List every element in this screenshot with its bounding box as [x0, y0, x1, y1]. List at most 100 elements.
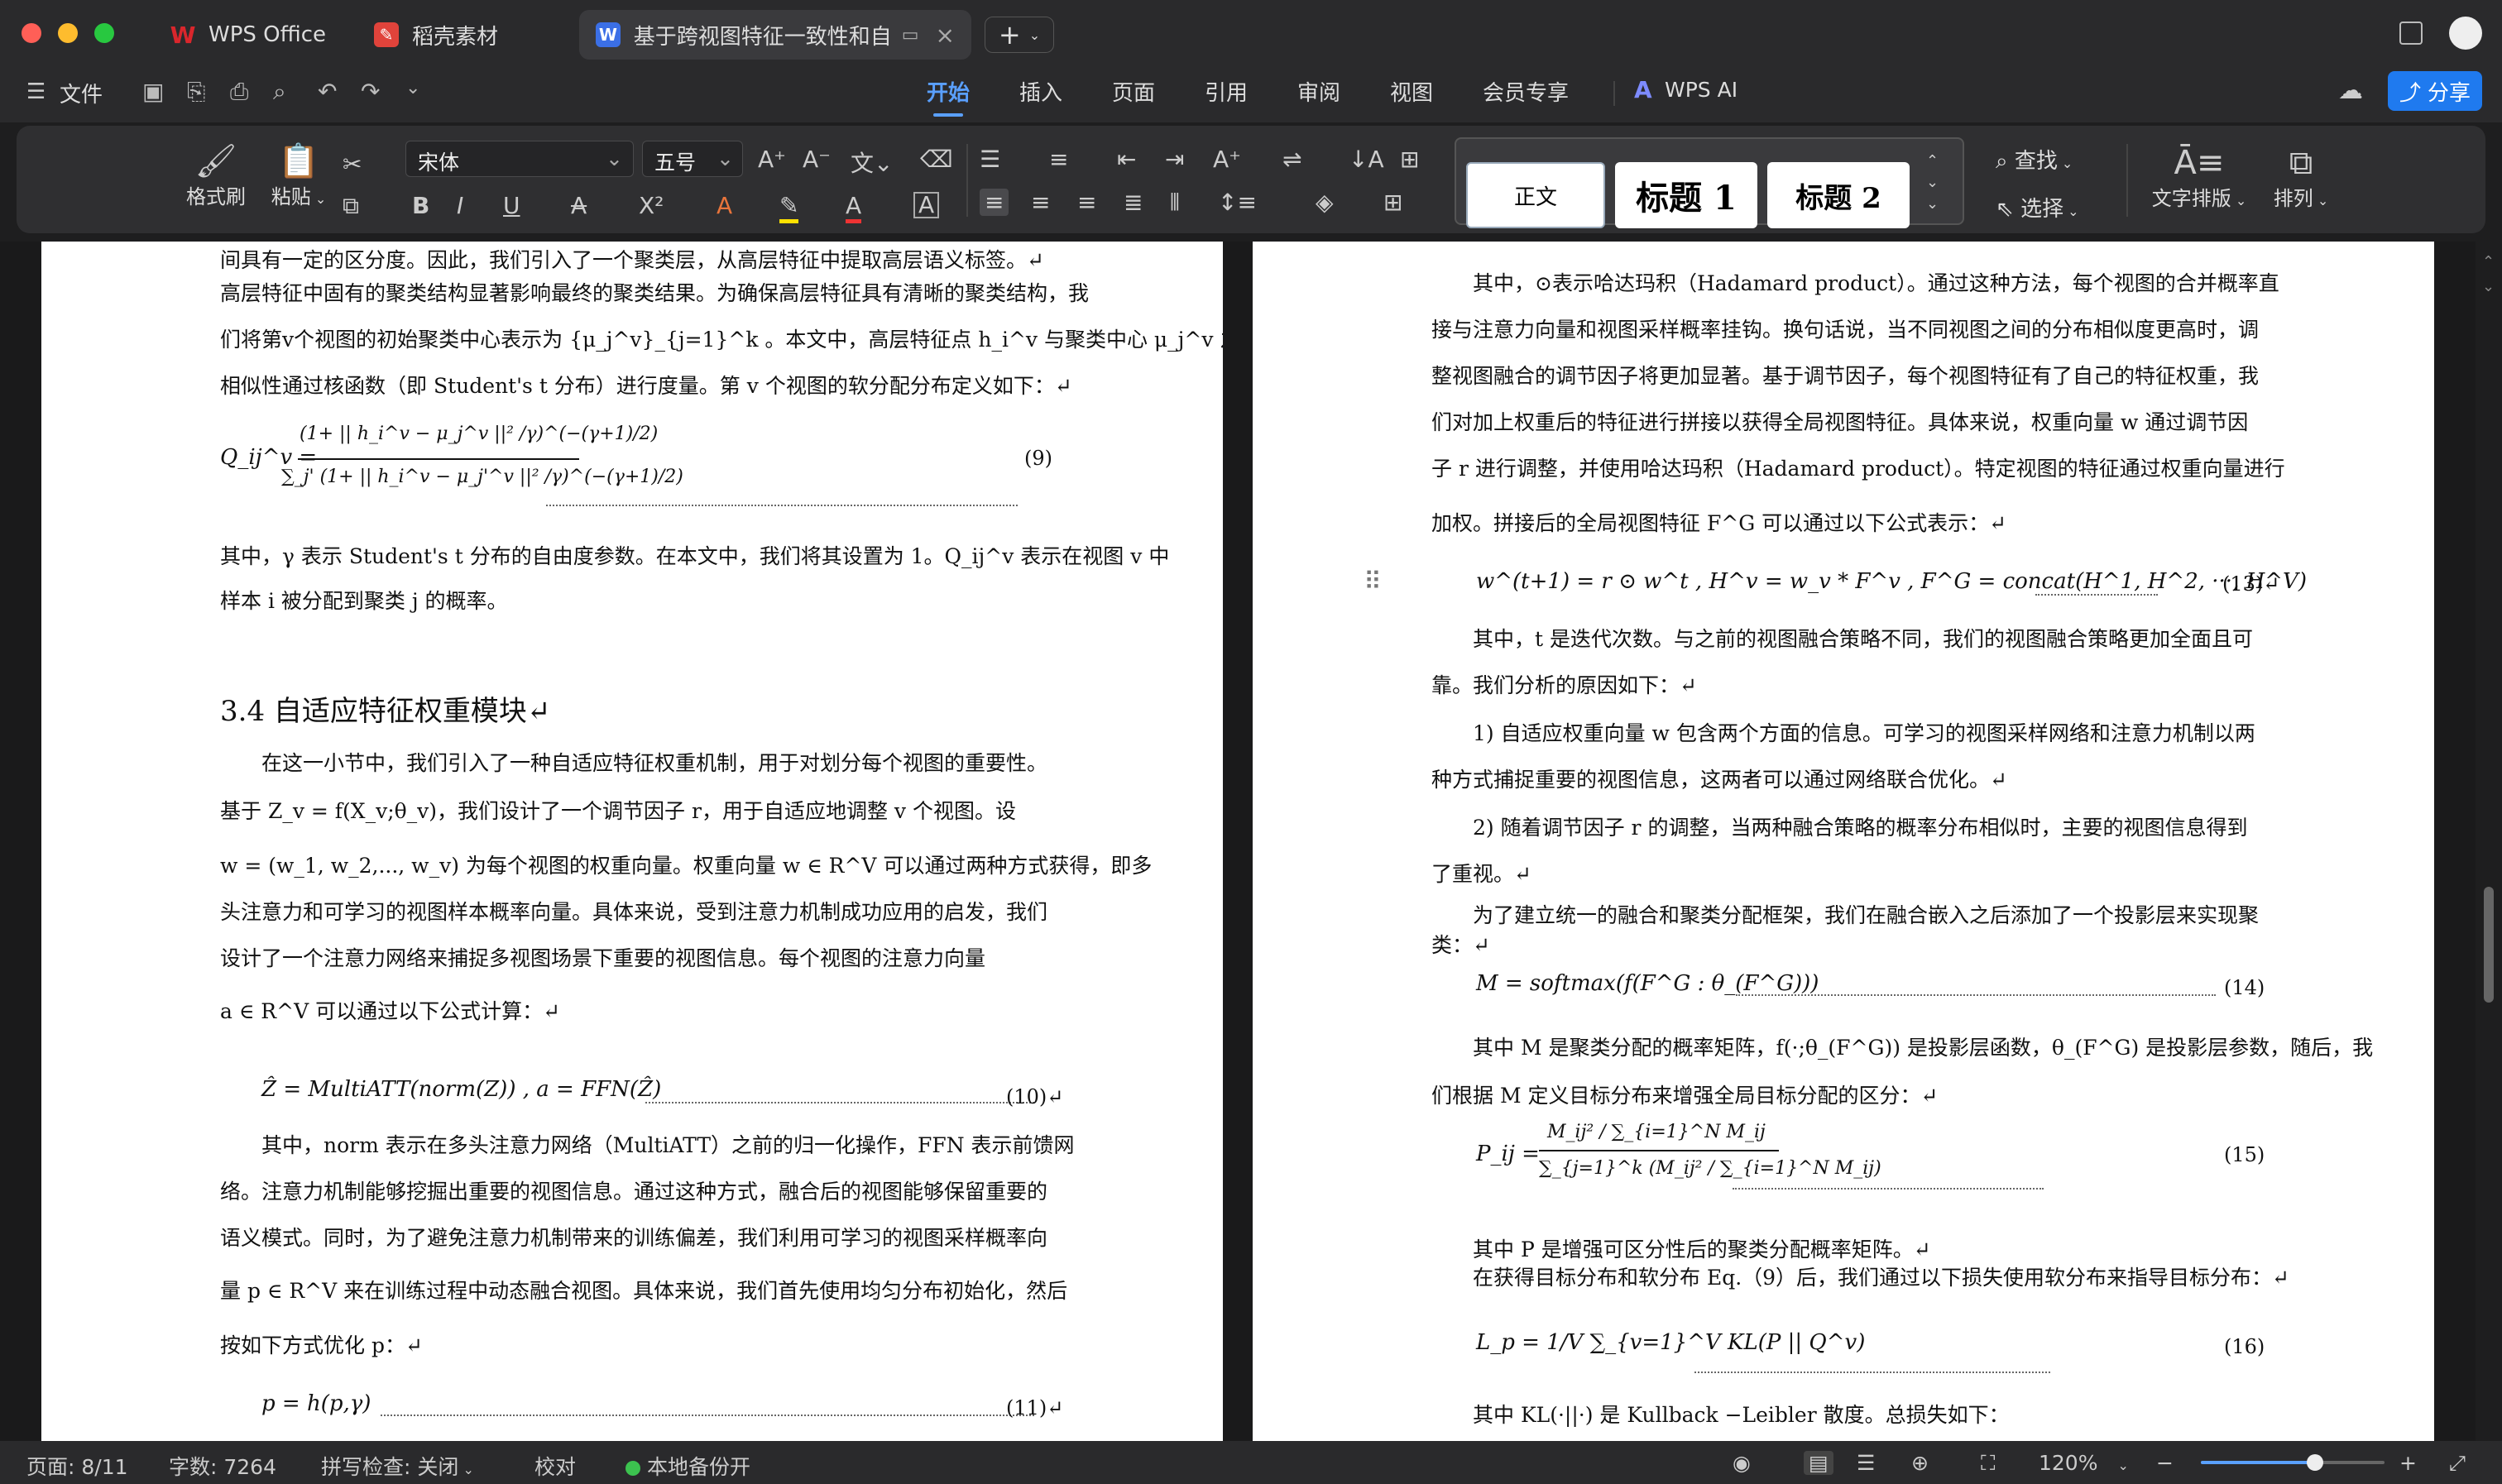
new-tab-button[interactable]: + ⌄ [985, 17, 1054, 53]
zoom-slider-knob[interactable] [2306, 1454, 2323, 1471]
eye-protect-icon[interactable]: ◉ [1733, 1451, 1751, 1475]
arrange-button[interactable]: ⧉ 排列 ⌄ [2264, 144, 2338, 211]
ribbon-toolbar: 🖌 格式刷 📋 粘贴 ⌄ ✂ ⧉ 宋体 ⌄ 五号 ⌄ A⁺ A⁻ 文⌄ ⌫ B I … [17, 126, 2485, 233]
font-color-icon[interactable]: A [846, 192, 862, 223]
clear-format-icon[interactable]: ⌫ [920, 146, 953, 173]
drag-handle-icon[interactable]: ⠿ [1364, 567, 1382, 596]
undo-icon[interactable]: ↶ [318, 78, 337, 105]
bullet-list-icon[interactable]: ☰ [980, 146, 1000, 173]
tab-page[interactable]: 页面 [1112, 76, 1155, 107]
more-chevron-icon[interactable]: ⌄ [405, 78, 420, 98]
page-view-icon[interactable]: ▤ [1804, 1451, 1833, 1475]
shading-icon[interactable]: ◈ [1316, 189, 1334, 216]
menu-hamburger-icon[interactable]: ☰ [26, 79, 46, 104]
copy-icon[interactable]: ⧉ [343, 192, 359, 220]
tab-docer[interactable]: ✎ 稻壳素材 [357, 10, 556, 60]
print-preview-icon[interactable]: ⌕ [273, 78, 286, 106]
word-count[interactable]: 字数: 7264 [169, 1451, 276, 1481]
proofread-button[interactable]: 校对 [534, 1451, 576, 1481]
close-tab-icon[interactable]: × [936, 22, 955, 49]
document-page-right[interactable]: 其中，⊙表示哈达玛积（Hadamard product）。通过这种方法，每个视图… [1253, 242, 2434, 1441]
phonetic-icon[interactable]: 文⌄ [851, 146, 893, 179]
highlight-icon[interactable]: ✎ [779, 192, 799, 223]
tab-review[interactable]: 审阅 [1297, 76, 1340, 107]
outline-view-icon[interactable]: ☰ [1857, 1451, 1875, 1475]
scroll-down-icon[interactable]: ⌄ [2482, 278, 2495, 295]
font-name-select[interactable]: 宋体 ⌄ [405, 141, 634, 177]
increase-indent-icon[interactable]: ⇥ [1165, 146, 1184, 173]
bold-icon[interactable]: B [412, 192, 429, 219]
text-line: 其中，norm 表示在多头注意力网络（MultiATT）之前的归一化操作，FFN… [261, 1133, 1075, 1157]
borders-icon[interactable]: ⊞ [1383, 189, 1402, 216]
text-effect-icon[interactable]: A [717, 192, 732, 219]
close-window-button[interactable] [22, 23, 41, 43]
superscript-icon[interactable]: X² [639, 192, 664, 219]
export-icon[interactable]: ⎘ [187, 78, 205, 106]
text-line: 加权。拼接后的全局视图特征 F^G 可以通过以下公式表示：↵ [1431, 511, 2007, 535]
expand-icon[interactable]: ⤢ [2449, 1451, 2466, 1476]
maximize-window-button[interactable] [94, 23, 114, 43]
zoom-level[interactable]: 120% ⌄ [2039, 1451, 2129, 1475]
format-painter-button[interactable]: 🖌 格式刷 [179, 142, 253, 209]
decrease-indent-icon[interactable]: ⇤ [1117, 146, 1136, 173]
backup-status[interactable]: 本地备份开 [626, 1451, 750, 1481]
strikethrough-icon[interactable]: A [571, 192, 587, 219]
sort-icon[interactable]: ↓A [1349, 146, 1384, 173]
text-direction-icon[interactable]: A⁺ [1213, 146, 1241, 173]
cloud-upload-icon[interactable]: ☁ [2338, 76, 2363, 105]
vertical-scrollbar[interactable]: ⌃ ⌄ [2476, 242, 2502, 1441]
wps-ai-button[interactable]: WPS AI [1665, 78, 1738, 102]
styles-scroll-icon[interactable]: ⌃ ⌄ ⌄ [1926, 151, 1939, 215]
shrink-font-icon[interactable]: A⁻ [803, 146, 831, 173]
italic-icon[interactable]: I [457, 192, 463, 219]
select-button[interactable]: ⇖ 选择 ⌄ [1996, 192, 2079, 223]
distribute-icon[interactable]: ⫴ [1170, 189, 1180, 217]
char-border-icon[interactable]: A [913, 192, 940, 218]
zoom-out-icon[interactable]: − [2156, 1451, 2174, 1475]
equation-10-number: (10)↵ [1006, 1085, 1064, 1108]
justify-icon[interactable]: ≣ [1124, 189, 1143, 216]
document-page-left[interactable]: 间具有一定的区分度。因此，我们引入了一个聚类层，从高层特征中提取高层语义标签。↵… [41, 242, 1223, 1441]
page-indicator[interactable]: 页面: 8/11 [26, 1451, 128, 1481]
scroll-up-icon[interactable]: ⌃ [2482, 253, 2495, 270]
fit-page-icon[interactable]: ⛶ [1981, 1451, 1996, 1476]
window-restore-icon[interactable] [2399, 22, 2423, 45]
tab-document[interactable]: W 基于跨视图特征一致性和自 ▭ × [579, 10, 971, 60]
share-button[interactable]: ⤴ 分享 [2388, 71, 2482, 111]
line-break-icon[interactable]: ⇌ [1282, 146, 1301, 173]
style-heading-1[interactable]: 标题 1 [1615, 162, 1757, 228]
scroll-thumb[interactable] [2484, 887, 2494, 1003]
file-menu[interactable]: 文件 [60, 78, 103, 108]
avatar[interactable] [2449, 17, 2482, 50]
minimize-window-button[interactable] [58, 23, 78, 43]
paste-button[interactable]: 📋 粘贴 ⌄ [261, 142, 336, 209]
web-view-icon[interactable]: ⊕ [1911, 1451, 1929, 1475]
print-icon[interactable]: ⎙ [230, 78, 248, 106]
tab-view[interactable]: 视图 [1390, 76, 1433, 107]
font-size-select[interactable]: 五号 ⌄ [642, 141, 743, 177]
find-button[interactable]: ⌕ 查找 ⌄ [1996, 144, 2073, 175]
redo-icon[interactable]: ↷ [361, 78, 380, 105]
zoom-slider[interactable] [2201, 1454, 2385, 1471]
show-marks-icon[interactable]: ⊞ [1400, 146, 1419, 173]
align-left-icon[interactable]: ≡ [980, 189, 1009, 216]
tab-insert[interactable]: 插入 [1019, 76, 1062, 107]
zoom-in-icon[interactable]: + [2399, 1451, 2417, 1475]
text-layout-button[interactable]: Ā≡ 文字排版 ⌄ [2143, 144, 2255, 211]
save-icon[interactable]: ▣ [142, 78, 164, 105]
tab-member[interactable]: 会员专享 [1483, 76, 1569, 107]
tab-reference[interactable]: 引用 [1205, 76, 1248, 107]
style-normal[interactable]: 正文 [1466, 162, 1605, 228]
tab-start[interactable]: 开始 [927, 76, 970, 117]
line-spacing-icon[interactable]: ↕≡ [1218, 189, 1257, 216]
equation-15-numerator: M_ij² / ∑_{i=1}^N M_ij [1547, 1122, 1766, 1142]
tab-wps-office[interactable]: W WPS Office [154, 10, 352, 60]
grow-font-icon[interactable]: A⁺ [758, 146, 786, 173]
align-right-icon[interactable]: ≡ [1077, 189, 1096, 216]
cut-icon[interactable]: ✂ [343, 151, 362, 178]
underline-icon[interactable]: U [503, 192, 520, 219]
style-heading-2[interactable]: 标题 2 [1767, 162, 1910, 228]
align-center-icon[interactable]: ≡ [1031, 189, 1050, 216]
numbered-list-icon[interactable]: ≡ [1049, 146, 1068, 173]
spell-check-toggle[interactable]: 拼写检查: 关闭 ⌄ [321, 1451, 474, 1481]
